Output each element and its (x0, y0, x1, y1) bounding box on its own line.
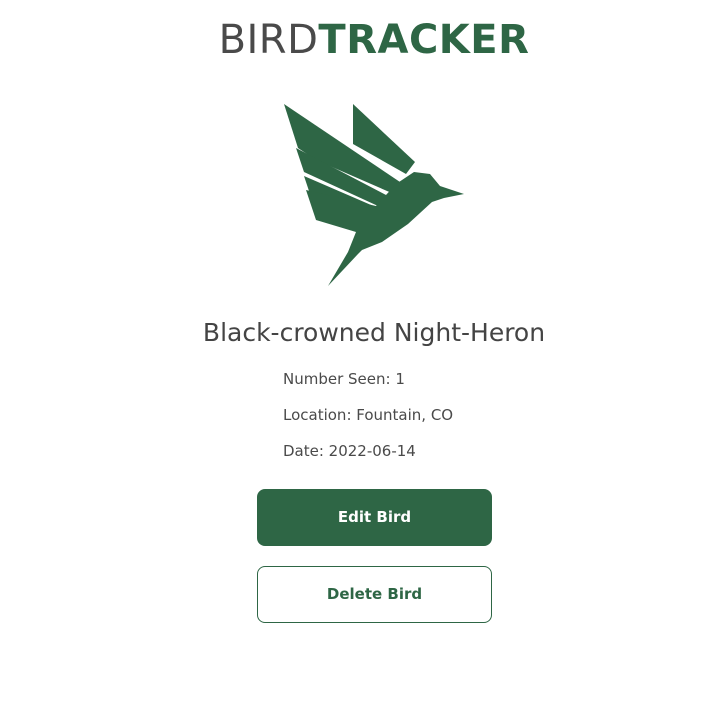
brand-part-tracker: TRACKER (318, 17, 530, 63)
bird-name-heading: Black-crowned Night-Heron (202, 318, 546, 347)
edit-bird-button[interactable]: Edit Bird (257, 489, 492, 546)
number-seen-text: Number Seen: 1 (283, 370, 405, 388)
brand-part-bird: BIRD (218, 17, 319, 63)
date-text: Date: 2022-06-14 (283, 442, 416, 460)
bird-details: Number Seen: 1 Location: Fountain, CO Da… (283, 368, 453, 476)
brand-logo-text: BIRDTRACKER (0, 18, 727, 62)
bird-icon (284, 104, 464, 286)
delete-bird-button[interactable]: Delete Bird (257, 566, 492, 623)
location-text: Location: Fountain, CO (283, 406, 454, 424)
